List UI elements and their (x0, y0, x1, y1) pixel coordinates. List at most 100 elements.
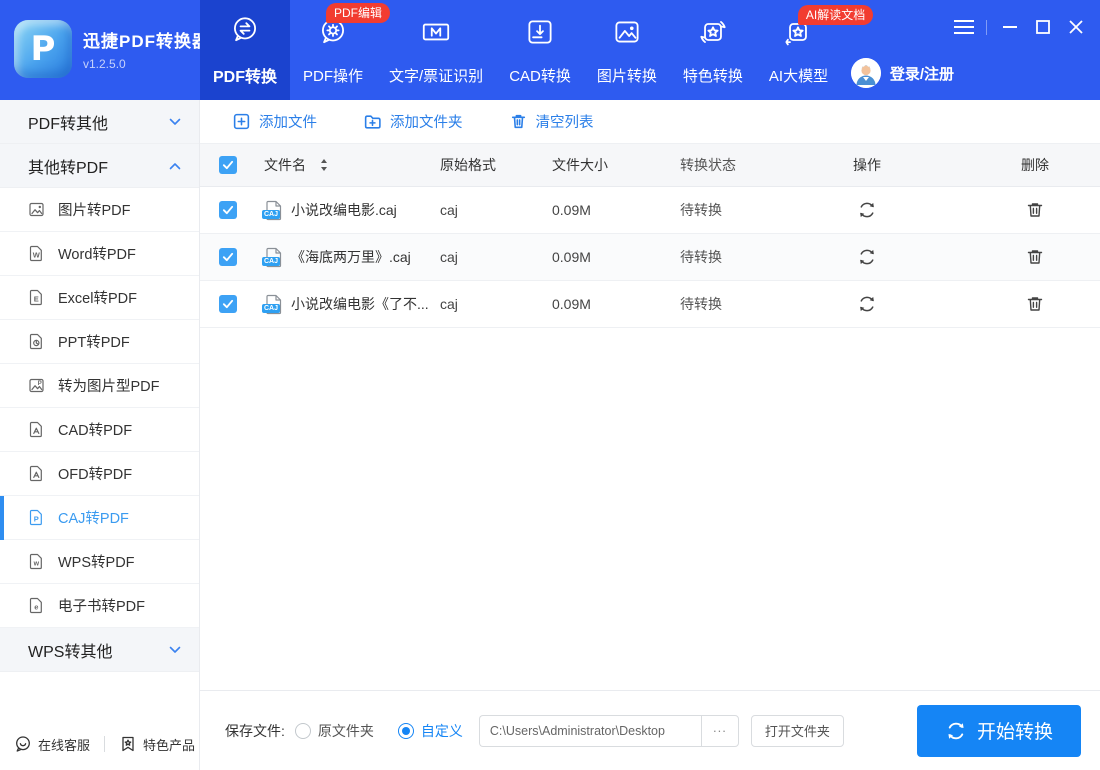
sidebar-section-pdf-to-other[interactable]: PDF转其他 (0, 100, 199, 144)
sidebar-section-other-to-pdf[interactable]: 其他转PDF (0, 144, 199, 188)
online-service-button[interactable]: 在线客服 (14, 735, 90, 754)
add-file-button[interactable]: 添加文件 (232, 111, 317, 132)
sidebar-item-cad-to-pdf[interactable]: CAD转PDF (0, 408, 199, 452)
select-all-checkbox[interactable] (219, 156, 237, 174)
delete-row-button[interactable] (1021, 243, 1049, 271)
sidebar-item-label: Excel转PDF (58, 287, 137, 308)
login-label: 登录/注册 (890, 63, 954, 84)
column-header-name[interactable]: 文件名 (256, 155, 432, 175)
add-folder-icon (363, 112, 382, 131)
output-path-input[interactable] (479, 715, 701, 747)
image-pdf-icon: P (28, 377, 45, 394)
sidebar-item-label: 转为图片型PDF (58, 375, 160, 396)
row-checkbox[interactable] (219, 248, 237, 266)
radio-circle[interactable] (398, 723, 414, 739)
convert-row-button[interactable] (853, 243, 881, 271)
start-convert-button[interactable]: 开始转换 (917, 705, 1081, 757)
footer-divider (104, 736, 105, 752)
clear-list-label: 清空列表 (536, 111, 594, 132)
svg-text:e: e (34, 602, 38, 611)
main-nav: PDF转换 PDF编辑 PDF操作 文字/票证识别 (200, 0, 841, 100)
sidebar-item-image-to-pdf[interactable]: 图片转PDF (0, 188, 199, 232)
ppt-file-icon (28, 333, 45, 350)
sidebar: PDF转其他 其他转PDF 图片转PDF W Word转PDF E Excel转… (0, 100, 200, 770)
sidebar-item-label: WPS转PDF (58, 551, 135, 572)
tab-label: 文字/票证识别 (389, 65, 483, 86)
trash-icon (1025, 294, 1045, 314)
svg-text:P: P (38, 381, 42, 387)
featured-products-button[interactable]: 特色产品 (119, 735, 195, 754)
tab-image-convert[interactable]: 图片转换 (584, 0, 670, 100)
ticket-icon (419, 15, 453, 54)
clear-list-button[interactable]: 清空列表 (509, 111, 594, 132)
delete-row-button[interactable] (1021, 290, 1049, 318)
chevron-down-icon (169, 646, 181, 654)
sidebar-item-caj-to-pdf[interactable]: P CAJ转PDF (0, 496, 199, 540)
column-header-operation: 操作 (764, 155, 970, 175)
pdf-file-icon (28, 465, 45, 482)
caj-file-icon: CAJ (264, 247, 283, 268)
bookmark-star-icon (119, 735, 137, 753)
app-title: 迅捷PDF转换器 (83, 27, 210, 52)
radio-custom-folder[interactable]: 自定义 (398, 721, 463, 741)
tab-label: PDF操作 (303, 65, 363, 86)
convert-row-button[interactable] (853, 290, 881, 318)
status-cell: 待转换 (652, 294, 764, 314)
ai-doc-badge: AI解读文档 (798, 5, 873, 25)
caj-file-icon: P (28, 509, 45, 526)
maximize-button[interactable] (1026, 14, 1059, 40)
table-row[interactable]: CAJ 小说改编电影.caj caj 0.09M 待转换 (200, 187, 1100, 234)
file-name: 《海底两万里》.caj (291, 247, 411, 267)
close-button[interactable] (1059, 14, 1092, 40)
radio-original-folder[interactable]: 原文件夹 (295, 721, 374, 741)
row-checkbox[interactable] (219, 295, 237, 313)
logo-icon: P (14, 20, 72, 78)
tab-ai-model[interactable]: AI解读文档 AI大模型 (756, 0, 841, 100)
size-cell: 0.09M (532, 249, 652, 265)
window-controls (947, 14, 1092, 40)
radio-circle[interactable] (295, 723, 311, 739)
svg-text:W: W (33, 250, 41, 259)
footer-label: 在线客服 (38, 735, 90, 754)
bottom-bar: 保存文件: 原文件夹 自定义 ... 打开文件夹 开始转换 (200, 690, 1100, 770)
file-name: 小说改编电影《了不... (291, 294, 429, 314)
sort-icon[interactable] (320, 159, 328, 171)
section-label: PDF转其他 (28, 110, 108, 134)
sidebar-item-ppt-to-pdf[interactable]: PPT转PDF (0, 320, 199, 364)
table-row[interactable]: CAJ 小说改编电影《了不... caj 0.09M 待转换 (200, 281, 1100, 328)
tab-cad-convert[interactable]: CAD转换 (496, 0, 584, 100)
sidebar-item-label: Word转PDF (58, 243, 136, 264)
delete-row-button[interactable] (1021, 196, 1049, 224)
add-folder-button[interactable]: 添加文件夹 (363, 111, 463, 132)
browse-button[interactable]: ... (701, 715, 739, 747)
minimize-button[interactable] (993, 14, 1026, 40)
column-header-size: 文件大小 (532, 155, 652, 175)
convert-row-button[interactable] (853, 196, 881, 224)
trash-icon (1025, 247, 1045, 267)
check-icon (222, 299, 234, 309)
open-folder-button[interactable]: 打开文件夹 (751, 715, 844, 747)
login-button[interactable]: 登录/注册 (851, 58, 954, 88)
tab-pdf-operate[interactable]: PDF编辑 PDF操作 (290, 0, 376, 100)
sidebar-item-excel-to-pdf[interactable]: E Excel转PDF (0, 276, 199, 320)
tab-pdf-convert[interactable]: PDF转换 (200, 0, 290, 100)
sidebar-item-to-image-pdf[interactable]: P 转为图片型PDF (0, 364, 199, 408)
chevron-up-icon (169, 162, 181, 170)
svg-text:w: w (33, 560, 40, 567)
sidebar-item-wps-to-pdf[interactable]: w WPS转PDF (0, 540, 199, 584)
sidebar-section-wps-to-other[interactable]: WPS转其他 (0, 628, 199, 672)
menu-button[interactable] (947, 14, 980, 40)
file-name-cell: CAJ 《海底两万里》.caj (256, 247, 432, 268)
pdf-edit-badge: PDF编辑 (326, 3, 390, 23)
app-version: v1.2.5.0 (83, 57, 210, 71)
tab-ocr[interactable]: 文字/票证识别 (376, 0, 496, 100)
row-checkbox[interactable] (219, 201, 237, 219)
sidebar-item-ofd-to-pdf[interactable]: OFD转PDF (0, 452, 199, 496)
tab-label: 特色转换 (683, 65, 743, 86)
file-name-cell: CAJ 小说改编电影《了不... (256, 294, 432, 315)
table-row[interactable]: CAJ 《海底两万里》.caj caj 0.09M 待转换 (200, 234, 1100, 281)
sidebar-item-word-to-pdf[interactable]: W Word转PDF (0, 232, 199, 276)
sidebar-item-ebook-to-pdf[interactable]: e 电子书转PDF (0, 584, 199, 628)
tab-special-convert[interactable]: 特色转换 (670, 0, 756, 100)
column-header-status: 转换状态 (652, 155, 764, 175)
